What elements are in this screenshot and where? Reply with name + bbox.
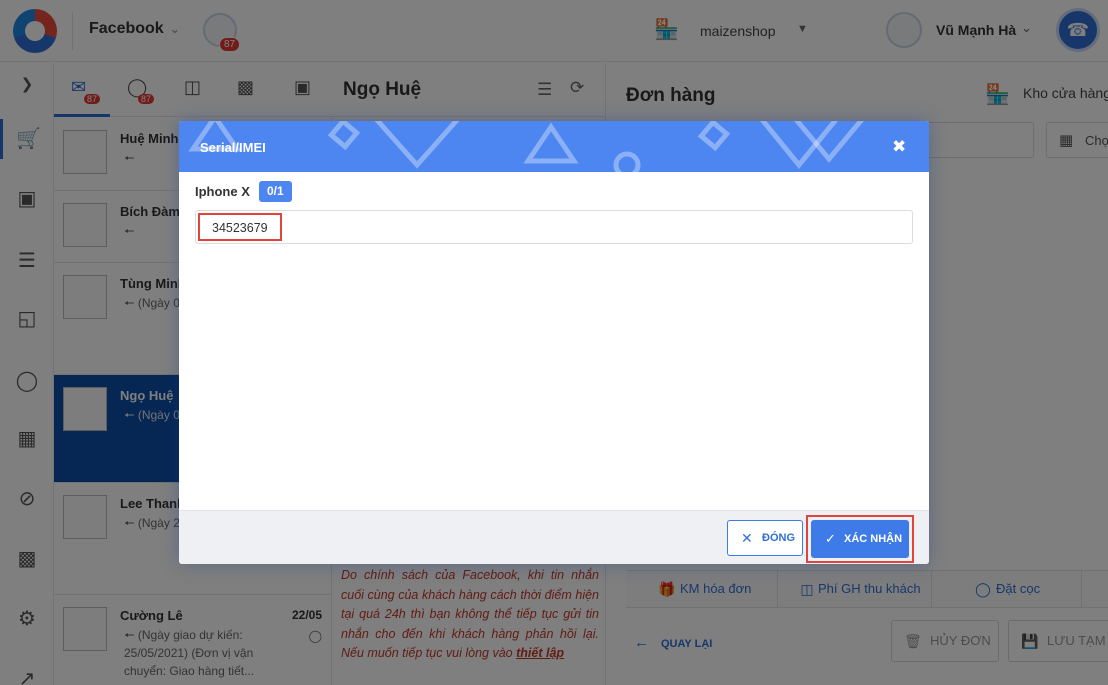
dialog-header: Serial/IMEI ✖: [179, 121, 929, 172]
header-decoration: [188, 121, 864, 172]
confirm-button[interactable]: ✓ XÁC NHẬN: [811, 520, 909, 558]
close-button[interactable]: ✕ ĐÓNG: [727, 520, 803, 556]
serial-imei-dialog: Serial/IMEI ✖ Iphone X 0/1 34523679 ✕ ĐÓN…: [179, 121, 929, 564]
serial-count-badge: 0/1: [259, 181, 292, 202]
dialog-body: Iphone X 0/1 34523679: [179, 172, 929, 510]
check-icon: ✓: [825, 531, 836, 546]
serial-tag[interactable]: 34523679: [198, 213, 282, 241]
close-icon[interactable]: ✖: [892, 137, 906, 157]
confirm-highlight: ✓ XÁC NHẬN: [806, 515, 914, 563]
serial-input[interactable]: 34523679: [195, 210, 913, 244]
dialog-footer: ✕ ĐÓNG ✓ XÁC NHẬN: [179, 510, 929, 564]
dialog-title: Serial/IMEI: [200, 140, 266, 155]
product-name: Iphone X: [195, 184, 250, 199]
close-icon: ✕: [741, 530, 753, 546]
